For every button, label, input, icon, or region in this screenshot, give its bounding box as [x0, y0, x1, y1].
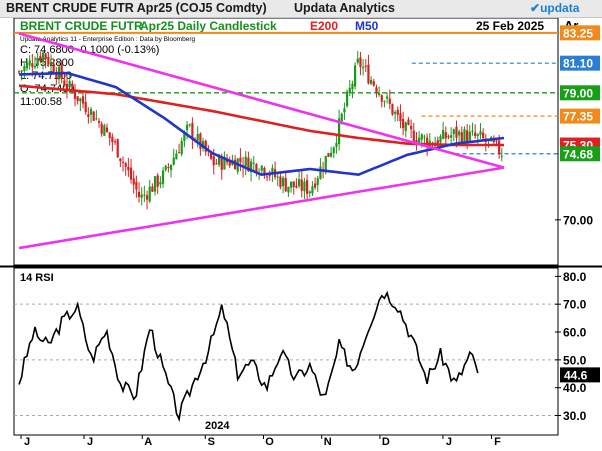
header-contract: Apr25 Daily Candlestick	[140, 19, 277, 33]
price-label: 70.00	[555, 213, 593, 227]
rsi-tick-label: 70.0	[563, 298, 587, 312]
year-label: 2024	[205, 420, 230, 432]
info-extra: 11:00.58	[20, 96, 62, 108]
chart-window: BRENT CRUDE FUTR Apr25 (COJ5 Comdty) Upd…	[0, 0, 602, 451]
rsi-tick-label: 80.0	[563, 270, 587, 284]
rsi-tick-label: 40.0	[563, 381, 587, 395]
candle	[346, 89, 349, 108]
chart-svg[interactable]: BRENT CRUDE FUTR Apr25 Daily Candlestick…	[0, 18, 602, 451]
rsi-tick-label: 50.0	[563, 353, 587, 367]
price-axis: 83.2581.1079.0077.3575.3074.6870.00	[555, 25, 600, 227]
header-date: 25 Feb 2025	[476, 19, 544, 33]
x-tick-label: J	[24, 436, 30, 448]
rsi-tick-label: 30.0	[563, 409, 587, 423]
price-label: 81.10	[560, 55, 600, 71]
legend-e200: E200	[310, 19, 338, 33]
x-axis: JJASONDJF	[14, 434, 558, 448]
window-title: BRENT CRUDE FUTR Apr25 (COJ5 Comdty)	[6, 1, 267, 15]
rsi-tick-label: 60.0	[563, 326, 587, 340]
candle	[92, 110, 95, 122]
rsi-current-label: 44.6	[560, 367, 600, 383]
price-label: 77.35	[560, 108, 600, 124]
svg-text:44.6: 44.6	[564, 368, 588, 382]
svg-text:79.00: 79.00	[563, 86, 593, 100]
header-name: BRENT CRUDE FUTR	[20, 19, 143, 33]
brand-name: Updata Analytics	[294, 1, 395, 15]
candle	[116, 138, 119, 158]
svg-text:81.10: 81.10	[563, 57, 593, 71]
candle	[391, 103, 394, 116]
x-tick-label: J	[87, 436, 93, 448]
legend-m50: M50	[355, 19, 379, 33]
svg-text:74.68: 74.68	[563, 147, 593, 161]
rsi-axis: 80.0 70.0 60.0 50.0 40.0 30.0 44.6	[555, 270, 600, 423]
x-tick-label: J	[446, 436, 452, 448]
x-tick-label: O	[265, 436, 274, 448]
x-tick-label: A	[144, 436, 152, 448]
candle	[327, 152, 330, 158]
updata-logo: ✔updata	[530, 1, 580, 15]
price-label: 74.68	[560, 146, 600, 162]
svg-text:70.00: 70.00	[563, 213, 593, 227]
x-tick-label: N	[324, 436, 332, 448]
candle	[103, 123, 106, 136]
svg-text:83.25: 83.25	[563, 26, 593, 40]
x-tick-label: F	[494, 436, 501, 448]
x-tick-label: D	[382, 436, 390, 448]
price-label: 83.25	[560, 25, 600, 41]
title-bar: BRENT CRUDE FUTR Apr25 (COJ5 Comdty) Upd…	[0, 0, 602, 18]
price-label: 79.00	[560, 85, 600, 101]
rsi-label: 14 RSI	[20, 272, 54, 284]
x-tick-label: S	[208, 436, 215, 448]
svg-text:77.35: 77.35	[563, 110, 593, 124]
candle	[354, 62, 357, 90]
